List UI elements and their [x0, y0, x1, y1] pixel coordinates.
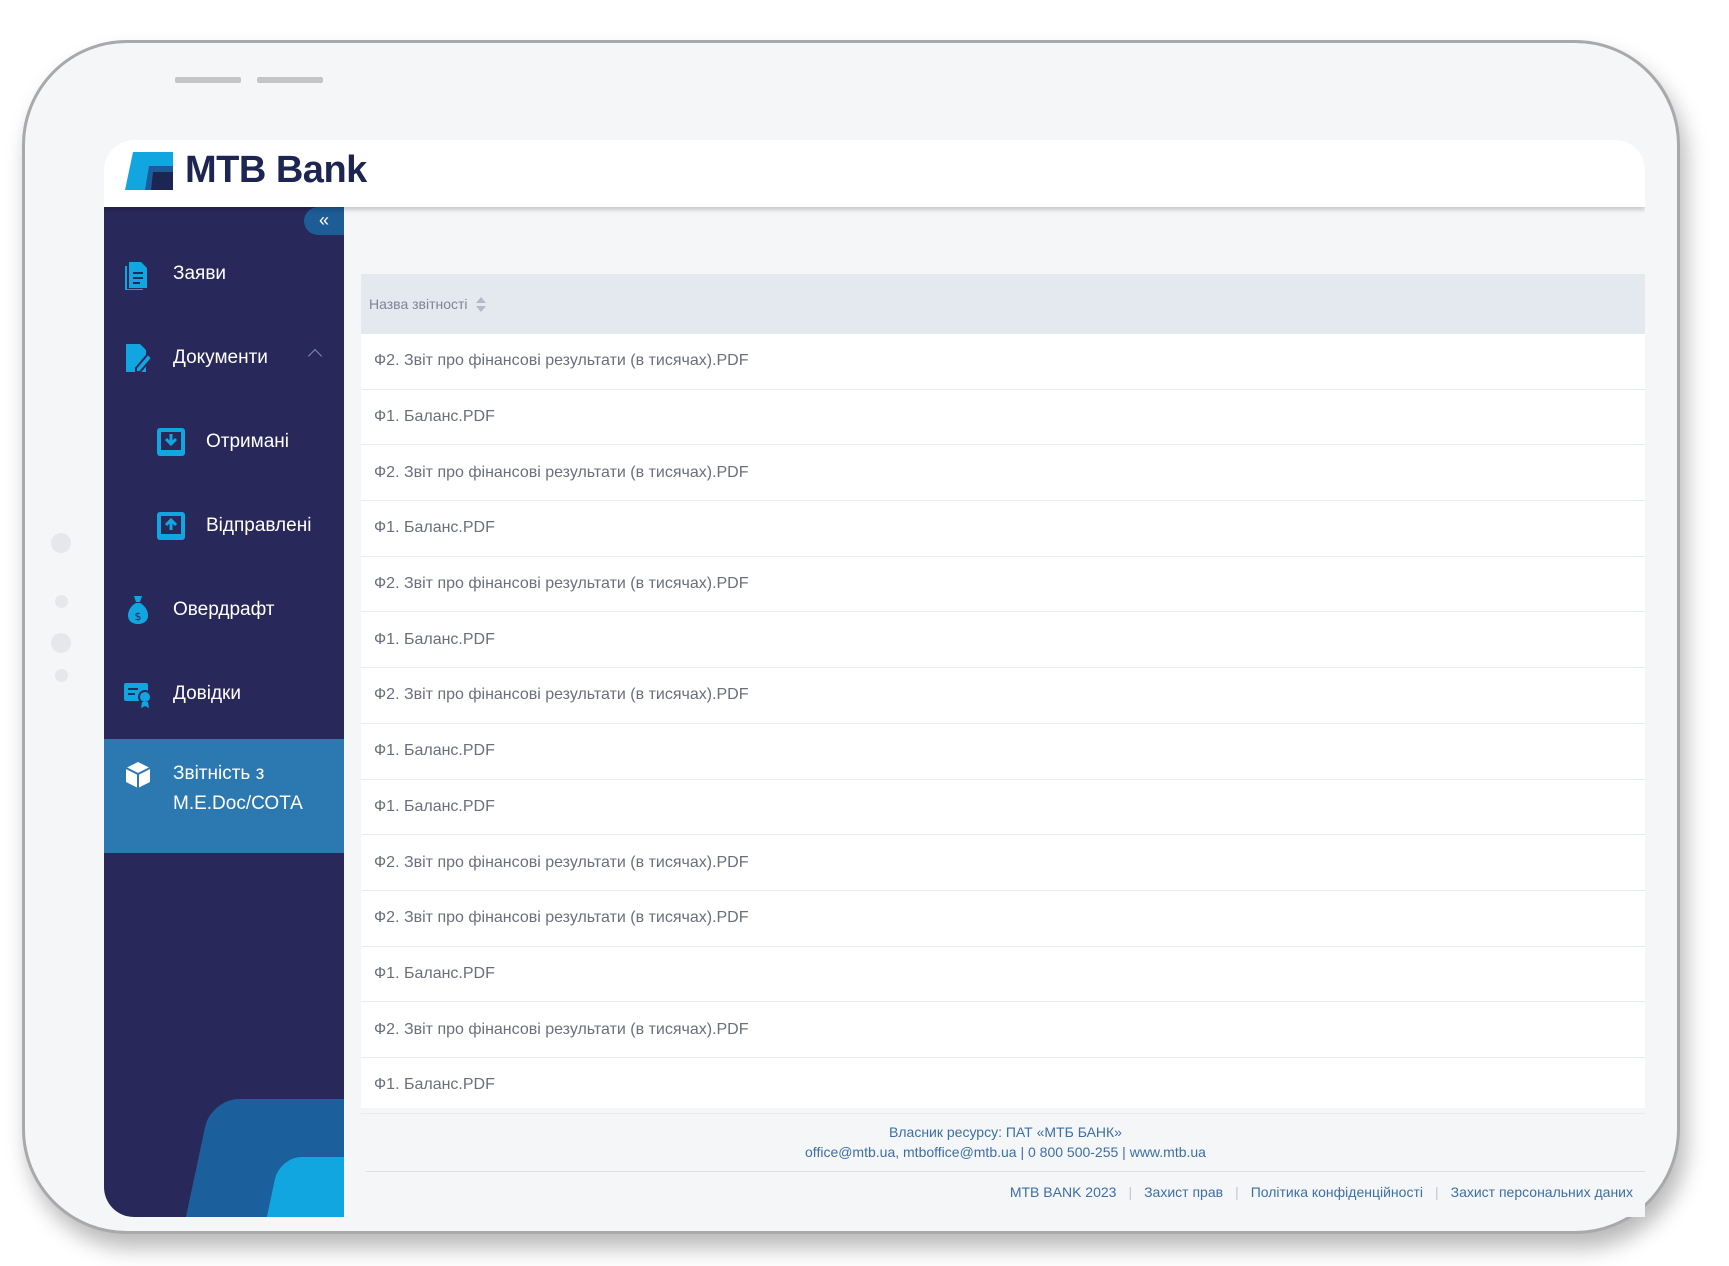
- sidebar-item-medoc-reports[interactable]: Звітність з M.E.Doc/СОТА: [104, 739, 344, 853]
- chevron-up-icon[interactable]: [307, 348, 323, 364]
- mtb-logo-icon: [125, 151, 173, 190]
- document-icon: [123, 258, 153, 290]
- report-file-name[interactable]: Ф2. Звіт про фінансові результати (в тис…: [374, 1021, 749, 1039]
- report-file-name[interactable]: Ф2. Звіт про фінансові результати (в тис…: [374, 464, 749, 482]
- brand-logo[interactable]: MTB Bank: [123, 149, 367, 192]
- main-content: Назва звітності Ф2. Звіт про фінансові р…: [344, 207, 1645, 1217]
- tablet-camera: [51, 633, 71, 653]
- footer-links: MTB BANK 2023 | Захист прав | Політика конфі…: [366, 1184, 1645, 1200]
- sidebar-item-documents[interactable]: Документи: [104, 333, 344, 383]
- cube-icon: [123, 759, 153, 791]
- table-row[interactable]: Ф2. Звіт про фінансові результати (в тис…: [361, 445, 1645, 502]
- sidebar-item-label: Довідки: [173, 683, 241, 704]
- table-row[interactable]: Ф2. Звіт про фінансові результати (в тис…: [361, 668, 1645, 724]
- report-file-name[interactable]: Ф1. Баланс.PDF: [374, 631, 495, 649]
- collapse-sidebar-button[interactable]: «: [304, 207, 344, 235]
- report-file-name[interactable]: Ф2. Звіт про фінансові результати (в тис…: [374, 909, 749, 927]
- sidebar-item-label: Отримані: [206, 431, 290, 452]
- tablet-camera: [51, 533, 71, 553]
- footer: Власник ресурсу: ПАТ «МТБ БАНК» office@m…: [366, 1122, 1645, 1200]
- footer-link-personal-data[interactable]: Захист персональних даних: [1439, 1184, 1645, 1200]
- sidebar-item-label-line2: M.E.Doc/СОТА: [173, 793, 303, 814]
- outbox-upload-icon: [156, 510, 186, 542]
- tablet-button: [257, 77, 323, 83]
- report-file-name[interactable]: Ф1. Баланс.PDF: [374, 965, 495, 983]
- reports-table: Назва звітності Ф2. Звіт про фінансові р…: [361, 274, 1645, 1114]
- footer-link-copyright[interactable]: MTB BANK 2023: [998, 1184, 1129, 1200]
- app-screen: MTB Bank « Заяви Документи Отримані Відп…: [104, 140, 1645, 1217]
- footer-link-rights[interactable]: Захист прав: [1132, 1184, 1235, 1200]
- sidebar-item-label: Овердрафт: [173, 599, 275, 620]
- tablet-button: [175, 77, 241, 83]
- table-row[interactable]: Ф1. Баланс.PDF: [361, 947, 1645, 1003]
- top-bar: MTB Bank: [104, 140, 1645, 207]
- table-row[interactable]: Ф1. Баланс.PDF: [361, 1058, 1645, 1114]
- sidebar: « Заяви Документи Отримані Відправлені $…: [104, 207, 344, 1217]
- report-file-name[interactable]: Ф1. Баланс.PDF: [374, 798, 495, 816]
- report-file-name[interactable]: Ф2. Звіт про фінансові результати (в тис…: [374, 686, 749, 704]
- table-row[interactable]: Ф2. Звіт про фінансові результати (в тис…: [361, 835, 1645, 891]
- report-file-name[interactable]: Ф1. Баланс.PDF: [374, 742, 495, 760]
- sidebar-item-label: Звітність з M.E.Doc/СОТА: [173, 759, 303, 819]
- sidebar-item-sent[interactable]: Відправлені: [104, 501, 344, 551]
- sort-icon[interactable]: [475, 296, 486, 312]
- sidebar-item-label: Документи: [173, 347, 268, 368]
- footer-owner: Власник ресурсу: ПАТ «МТБ БАНК»: [889, 1124, 1122, 1140]
- report-file-name[interactable]: Ф1. Баланс.PDF: [374, 1076, 495, 1094]
- report-file-name[interactable]: Ф2. Звіт про фінансові результати (в тис…: [374, 352, 749, 370]
- table-header: Назва звітності: [361, 274, 1645, 334]
- footer-link-privacy[interactable]: Політика конфіденційності: [1239, 1184, 1435, 1200]
- table-row[interactable]: Ф1. Баланс.PDF: [361, 724, 1645, 780]
- table-row[interactable]: Ф1. Баланс.PDF: [361, 612, 1645, 669]
- table-row[interactable]: Ф2. Звіт про фінансові результати (в тис…: [361, 334, 1645, 390]
- report-file-name[interactable]: Ф1. Баланс.PDF: [374, 408, 495, 426]
- report-file-name[interactable]: Ф2. Звіт про фінансові результати (в тис…: [374, 575, 749, 593]
- money-bag-icon: $: [123, 594, 153, 626]
- sidebar-item-label: Відправлені: [206, 515, 312, 536]
- table-row[interactable]: Ф1. Баланс.PDF: [361, 780, 1645, 836]
- certificate-icon: [123, 678, 153, 710]
- sidebar-item-received[interactable]: Отримані: [104, 417, 344, 467]
- report-file-name[interactable]: Ф2. Звіт про фінансові результати (в тис…: [374, 854, 749, 872]
- brand-name: MTB Bank: [185, 149, 367, 191]
- svg-text:$: $: [135, 610, 142, 623]
- sidebar-item-certificates[interactable]: Довідки: [104, 669, 344, 719]
- table-row[interactable]: Ф1. Баланс.PDF: [361, 501, 1645, 557]
- inbox-download-icon: [156, 426, 186, 458]
- footer-contacts[interactable]: office@mtb.ua, mtboffice@mtb.ua | 0 800 …: [366, 1142, 1645, 1162]
- table-row[interactable]: Ф1. Баланс.PDF: [361, 390, 1645, 446]
- tablet-sensor: [55, 595, 68, 608]
- tablet-sensor: [55, 669, 68, 682]
- sidebar-item-label-line1: Звітність з: [173, 763, 265, 784]
- footer-divider: [366, 1171, 1645, 1172]
- table-row[interactable]: Ф2. Звіт про фінансові результати (в тис…: [361, 1002, 1645, 1058]
- report-file-name[interactable]: Ф1. Баланс.PDF: [374, 519, 495, 537]
- column-header-report-name[interactable]: Назва звітності: [369, 296, 468, 312]
- table-row[interactable]: Ф2. Звіт про фінансові результати (в тис…: [361, 891, 1645, 947]
- document-edit-icon: [123, 342, 153, 374]
- sidebar-item-applications[interactable]: Заяви: [104, 249, 344, 299]
- table-body: Ф2. Звіт про фінансові результати (в тис…: [361, 334, 1645, 1114]
- tablet-frame: MTB Bank « Заяви Документи Отримані Відп…: [22, 40, 1680, 1234]
- sidebar-item-overdraft[interactable]: $ Овердрафт: [104, 585, 344, 635]
- table-row[interactable]: Ф2. Звіт про фінансові результати (в тис…: [361, 557, 1645, 613]
- sidebar-item-label: Заяви: [173, 263, 227, 284]
